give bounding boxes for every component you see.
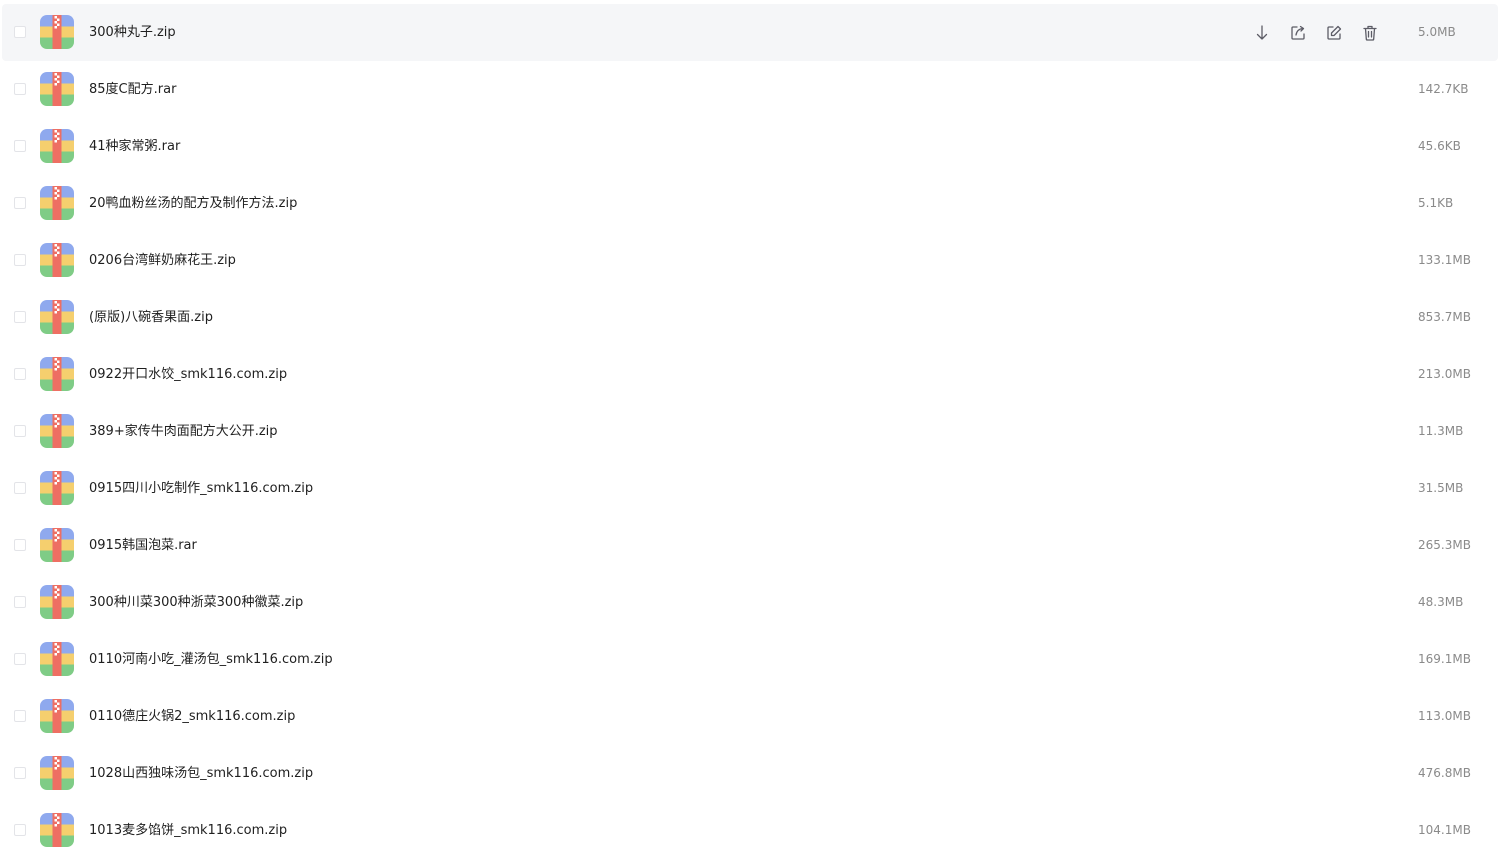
row-checkbox[interactable] (14, 368, 26, 380)
file-list: 300种丸子.zip 5.0MB 85度C配方.rar 142.7KB 41种家… (0, 0, 1500, 848)
file-name[interactable]: 300种丸子.zip (89, 4, 176, 61)
file-name[interactable]: 41种家常粥.rar (89, 118, 180, 175)
file-name[interactable]: 20鸭血粉丝汤的配方及制作方法.zip (89, 175, 297, 232)
file-name[interactable]: 0110德庄火锅2_smk116.com.zip (89, 688, 295, 745)
zip-archive-icon (40, 699, 74, 733)
row-checkbox[interactable] (14, 197, 26, 209)
zip-archive-icon (40, 186, 74, 220)
file-name[interactable]: (原版)八碗香果面.zip (89, 289, 213, 346)
zip-archive-icon (40, 129, 74, 163)
zip-archive-icon (40, 15, 74, 49)
file-name[interactable]: 85度C配方.rar (89, 61, 176, 118)
row-checkbox[interactable] (14, 83, 26, 95)
row-checkbox[interactable] (14, 539, 26, 551)
file-row-15[interactable]: 1013麦多馅饼_smk116.com.zip 104.1MB (2, 802, 1498, 859)
zip-archive-icon (40, 471, 74, 505)
zip-archive-icon (40, 357, 74, 391)
row-checkbox[interactable] (14, 254, 26, 266)
row-checkbox[interactable] (14, 596, 26, 608)
row-checkbox[interactable] (14, 767, 26, 779)
file-name[interactable]: 0915四川小吃制作_smk116.com.zip (89, 460, 313, 517)
file-row-12[interactable]: 0110河南小吃_灌汤包_smk116.com.zip 169.1MB (2, 631, 1498, 688)
zip-archive-icon (40, 243, 74, 277)
file-row-6[interactable]: (原版)八碗香果面.zip 853.7MB (2, 289, 1498, 346)
file-size: 133.1MB (1418, 253, 1471, 267)
zip-archive-icon (40, 585, 74, 619)
share-icon[interactable] (1288, 23, 1308, 43)
row-actions (1252, 23, 1380, 43)
file-size: 5.1KB (1418, 196, 1454, 210)
file-row-11[interactable]: 300种川菜300种浙菜300种徽菜.zip 48.3MB (2, 574, 1498, 631)
file-size: 476.8MB (1418, 766, 1471, 780)
file-size: 113.0MB (1418, 709, 1471, 723)
file-size: 104.1MB (1418, 823, 1471, 837)
file-row-7[interactable]: 0922开口水饺_smk116.com.zip 213.0MB (2, 346, 1498, 403)
row-checkbox[interactable] (14, 140, 26, 152)
row-checkbox[interactable] (14, 482, 26, 494)
file-name[interactable]: 0915韩国泡菜.rar (89, 517, 197, 574)
file-size: 5.0MB (1418, 25, 1456, 39)
file-name[interactable]: 1013麦多馅饼_smk116.com.zip (89, 802, 287, 859)
file-row-14[interactable]: 1028山西独味汤包_smk116.com.zip 476.8MB (2, 745, 1498, 802)
file-size: 142.7KB (1418, 82, 1469, 96)
file-name[interactable]: 0206台湾鲜奶麻花王.zip (89, 232, 236, 289)
rename-icon[interactable] (1324, 23, 1344, 43)
zip-archive-icon (40, 642, 74, 676)
file-name[interactable]: 0110河南小吃_灌汤包_smk116.com.zip (89, 631, 333, 688)
file-row-8[interactable]: 389+家传牛肉面配方大公开.zip 11.3MB (2, 403, 1498, 460)
file-name[interactable]: 1028山西独味汤包_smk116.com.zip (89, 745, 313, 802)
file-row-9[interactable]: 0915四川小吃制作_smk116.com.zip 31.5MB (2, 460, 1498, 517)
row-checkbox[interactable] (14, 653, 26, 665)
file-name[interactable]: 0922开口水饺_smk116.com.zip (89, 346, 287, 403)
file-size: 169.1MB (1418, 652, 1471, 666)
file-size: 265.3MB (1418, 538, 1471, 552)
row-checkbox[interactable] (14, 824, 26, 836)
zip-archive-icon (40, 756, 74, 790)
file-size: 853.7MB (1418, 310, 1471, 324)
file-row-5[interactable]: 0206台湾鲜奶麻花王.zip 133.1MB (2, 232, 1498, 289)
file-row-2[interactable]: 85度C配方.rar 142.7KB (2, 61, 1498, 118)
file-size: 213.0MB (1418, 367, 1471, 381)
zip-archive-icon (40, 528, 74, 562)
file-row-10[interactable]: 0915韩国泡菜.rar 265.3MB (2, 517, 1498, 574)
file-size: 31.5MB (1418, 481, 1464, 495)
row-checkbox[interactable] (14, 425, 26, 437)
delete-icon[interactable] (1360, 23, 1380, 43)
file-size: 45.6KB (1418, 139, 1461, 153)
zip-archive-icon (40, 72, 74, 106)
zip-archive-icon (40, 414, 74, 448)
download-icon[interactable] (1252, 23, 1272, 43)
file-name[interactable]: 389+家传牛肉面配方大公开.zip (89, 403, 278, 460)
zip-archive-icon (40, 300, 74, 334)
row-checkbox[interactable] (14, 26, 26, 38)
file-row-13[interactable]: 0110德庄火锅2_smk116.com.zip 113.0MB (2, 688, 1498, 745)
row-checkbox[interactable] (14, 311, 26, 323)
file-size: 11.3MB (1418, 424, 1464, 438)
file-row-3[interactable]: 41种家常粥.rar 45.6KB (2, 118, 1498, 175)
row-checkbox[interactable] (14, 710, 26, 722)
file-row-4[interactable]: 20鸭血粉丝汤的配方及制作方法.zip 5.1KB (2, 175, 1498, 232)
file-name[interactable]: 300种川菜300种浙菜300种徽菜.zip (89, 574, 303, 631)
file-size: 48.3MB (1418, 595, 1464, 609)
zip-archive-icon (40, 813, 74, 847)
file-row-1[interactable]: 300种丸子.zip 5.0MB (2, 4, 1498, 61)
